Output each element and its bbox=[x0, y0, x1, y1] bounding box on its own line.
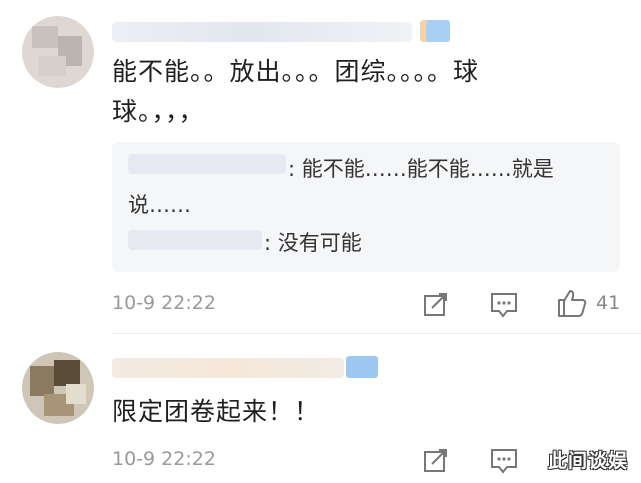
timestamp: 10-9 22:22 bbox=[112, 448, 216, 470]
share-icon[interactable] bbox=[422, 446, 450, 474]
comment-icon[interactable] bbox=[489, 291, 519, 319]
comment-text-line-2: 球。，，， bbox=[112, 97, 205, 126]
avatar[interactable] bbox=[22, 352, 94, 424]
comment-icon[interactable] bbox=[489, 447, 519, 475]
thumbs-up-icon[interactable] bbox=[556, 288, 588, 318]
share-icon[interactable] bbox=[422, 290, 450, 318]
comment-text-line-1: 能不能。。放出。。。团综。。。。球 bbox=[112, 57, 480, 86]
comment-text: 限定团卷起来！！ bbox=[112, 397, 321, 426]
reply-text-line-2: 说…… bbox=[128, 193, 191, 217]
reply-text-line-3: : 没有可能 bbox=[264, 231, 362, 255]
reply-username-redacted[interactable] bbox=[128, 230, 262, 250]
like-count: 41 bbox=[596, 292, 621, 314]
user-badge bbox=[426, 20, 450, 42]
username-redacted[interactable] bbox=[112, 22, 412, 42]
user-badge bbox=[346, 356, 378, 378]
watermark: 此间谈娱 bbox=[548, 450, 629, 472]
timestamp: 10-9 22:22 bbox=[112, 292, 216, 314]
reply-box[interactable]: : 能不能……能不能……就是 说…… : 没有可能 bbox=[112, 142, 620, 272]
avatar[interactable] bbox=[22, 16, 94, 88]
reply-username-redacted[interactable] bbox=[128, 154, 286, 174]
divider bbox=[112, 333, 641, 334]
reply-text-line-1: : 能不能……能不能……就是 bbox=[288, 157, 554, 181]
username-redacted[interactable] bbox=[112, 358, 344, 378]
